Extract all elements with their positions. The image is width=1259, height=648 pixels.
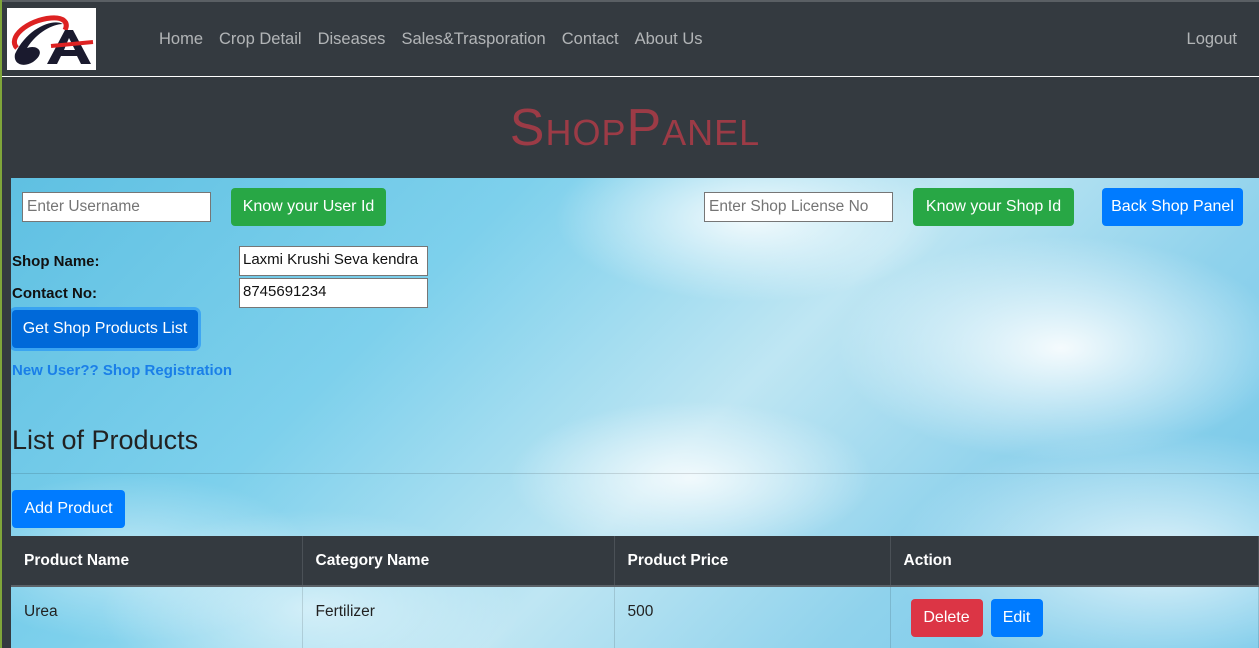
col-category-name: Category Name bbox=[302, 536, 615, 587]
cell-product-price: 500 bbox=[614, 586, 891, 648]
know-shop-id-button[interactable]: Know your Shop Id bbox=[913, 188, 1074, 226]
cell-action: Delete Edit bbox=[890, 586, 1259, 648]
products-heading: List of Products bbox=[12, 425, 199, 455]
nav-sales-transportation[interactable]: Sales&Trasporation bbox=[401, 30, 545, 49]
table-header-row: Product Name Category Name Product Price… bbox=[11, 536, 1259, 587]
get-shop-products-button[interactable]: Get Shop Products List bbox=[12, 310, 198, 348]
back-shop-panel-button[interactable]: Back Shop Panel bbox=[1102, 188, 1243, 226]
products-table: Product Name Category Name Product Price… bbox=[11, 536, 1259, 648]
nav-about-us[interactable]: About Us bbox=[635, 30, 703, 49]
delete-button[interactable]: Delete bbox=[910, 599, 983, 637]
col-product-name: Product Name bbox=[11, 536, 303, 587]
brand-logo[interactable] bbox=[7, 8, 96, 70]
divider bbox=[11, 473, 1259, 474]
know-user-id-button[interactable]: Know your User Id bbox=[231, 188, 386, 226]
main-nav: Home Crop Detail Diseases Sales&Traspora… bbox=[159, 30, 718, 49]
contact-no-label: Contact No: bbox=[12, 285, 97, 302]
add-product-button[interactable]: Add Product bbox=[12, 490, 125, 528]
shop-name-field[interactable]: Laxmi Krushi Seva kendra bbox=[239, 246, 428, 276]
hero-banner: ShopPanel bbox=[11, 77, 1259, 178]
nav-contact[interactable]: Contact bbox=[562, 30, 619, 49]
logout-link[interactable]: Logout bbox=[1187, 30, 1237, 49]
logo-icon bbox=[11, 15, 94, 65]
username-input[interactable] bbox=[22, 192, 211, 222]
shop-registration-link[interactable]: New User?? Shop Registration bbox=[12, 362, 232, 379]
navbar: Home Crop Detail Diseases Sales&Traspora… bbox=[2, 0, 1259, 77]
app-frame: Home Crop Detail Diseases Sales&Traspora… bbox=[2, 0, 1259, 648]
col-action: Action bbox=[890, 536, 1259, 587]
edit-button[interactable]: Edit bbox=[990, 599, 1043, 637]
col-product-price: Product Price bbox=[614, 536, 891, 587]
nav-diseases[interactable]: Diseases bbox=[318, 30, 386, 49]
nav-home[interactable]: Home bbox=[159, 30, 203, 49]
page-title: ShopPanel bbox=[509, 98, 761, 157]
table-row: Urea Fertilizer 500 Delete Edit bbox=[11, 586, 1259, 648]
nav-crop-detail[interactable]: Crop Detail bbox=[219, 30, 302, 49]
shop-license-input[interactable] bbox=[704, 192, 893, 222]
shop-name-label: Shop Name: bbox=[12, 253, 100, 270]
cell-product-name: Urea bbox=[11, 586, 303, 648]
cell-category-name: Fertilizer bbox=[302, 586, 615, 648]
main-content: ShopPanel Know your User Id Know your Sh… bbox=[11, 77, 1259, 648]
contact-no-field[interactable]: 8745691234 bbox=[239, 278, 428, 308]
